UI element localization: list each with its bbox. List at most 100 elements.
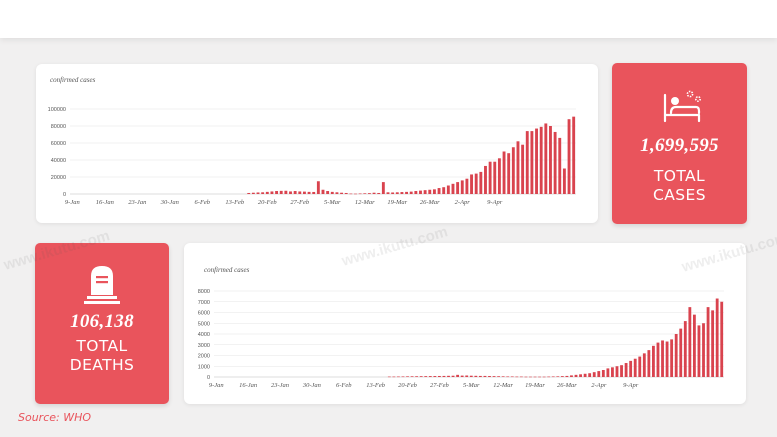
deaths-chart-bar	[570, 375, 573, 377]
cases-chart-bar	[544, 123, 548, 194]
deaths-chart-y-tick-label: 6000	[198, 311, 210, 317]
deaths-chart-bar	[556, 376, 560, 377]
cases-chart-y-tick-label: 0	[63, 192, 66, 198]
cases-chart-bar	[511, 147, 515, 194]
deaths-chart-bar	[483, 375, 487, 377]
deaths-chart-bar	[583, 373, 587, 377]
confirmed-cases-chart: confirmed cases 0 20000 40000 60000 80000 1000…	[48, 76, 576, 206]
cases-chart-bar	[298, 191, 302, 194]
cases-chart-bar	[293, 191, 297, 194]
cases-chart-bar	[405, 191, 408, 194]
deaths-chart-bar	[611, 367, 614, 377]
cases-chart-bar	[432, 189, 436, 194]
deaths-chart-bar	[661, 340, 664, 377]
deaths-chart-bar	[679, 328, 683, 377]
deaths-chart-bar	[574, 374, 578, 377]
cases-chart-bar	[340, 192, 344, 194]
deaths-chart-bar	[510, 376, 514, 378]
cases-chart-bar	[409, 191, 413, 194]
deaths-chart-bar	[447, 375, 450, 377]
cases-chart-bar	[372, 192, 376, 194]
cases-chart-title: confirmed cases	[50, 76, 96, 84]
deaths-chart-bar	[406, 376, 409, 377]
deaths-chart-bar	[437, 375, 441, 377]
deaths-chart-x-tick-label: 9-Jan	[209, 382, 224, 389]
cases-chart-bar	[451, 183, 455, 194]
cases-chart-bar	[284, 190, 288, 194]
deaths-chart-bar	[629, 360, 633, 377]
deaths-chart-y-tick-label: 1000	[198, 364, 210, 370]
cases-chart-x-tick-label: 20-Feb	[258, 199, 278, 206]
cases-chart-bar	[251, 192, 255, 194]
deaths-chart-bar	[711, 310, 715, 377]
cases-chart-bar	[456, 182, 460, 194]
cases-chart-bar	[367, 193, 371, 194]
deaths-chart-bar	[683, 321, 687, 377]
deaths-chart-x-tick-label: 2-Apr	[591, 382, 607, 389]
deaths-chart-bar	[688, 307, 692, 377]
cases-chart-bar	[484, 165, 487, 194]
cases-chart-bar	[521, 144, 525, 194]
cases-chart-bar	[386, 192, 390, 194]
deaths-chart-bar	[456, 374, 460, 377]
cases-chart-bar	[302, 191, 306, 194]
cases-chart-bar	[312, 191, 316, 194]
deaths-chart-bar	[652, 345, 655, 377]
cases-chart-bar	[344, 192, 348, 194]
cases-chart-bar	[391, 192, 395, 194]
deaths-chart-bar	[492, 376, 496, 377]
cases-chart-bar	[470, 174, 473, 194]
cases-chart-x-tick-label: 2-Apr	[455, 199, 471, 206]
deaths-chart-y-tick-label: 0	[207, 375, 210, 381]
deaths-chart-bar	[519, 376, 523, 378]
total-deaths-card: 106,138 TOTAL DEATHS	[35, 243, 169, 404]
cases-chart-x-tick-label: 27-Feb	[290, 199, 310, 206]
hospital-bed-icon	[663, 90, 701, 123]
deaths-chart-bar	[529, 376, 532, 378]
deaths-chart-bar	[665, 341, 669, 377]
deaths-chart-bar	[515, 376, 519, 378]
cases-chart-bar	[261, 192, 265, 194]
deaths-chart-x-tick-label: 5-Mar	[463, 382, 480, 389]
cases-chart-x-tick-label: 12-Mar	[355, 199, 375, 206]
cases-chart-x-tick-label: 30-Jan	[160, 199, 179, 206]
cases-chart-bar	[488, 161, 492, 194]
deaths-chart-bar	[606, 368, 610, 377]
cases-chart-x-tick-label: 26-Mar	[420, 199, 440, 206]
deaths-chart-bar	[497, 376, 501, 377]
deaths-chart-bar	[501, 376, 505, 377]
cases-chart-bar	[572, 116, 576, 194]
cases-chart-bar	[553, 131, 557, 194]
cases-chart-bar	[460, 180, 464, 194]
cases-chart-bar	[465, 178, 469, 194]
cases-chart-y-tick-label: 20000	[51, 175, 66, 181]
deaths-chart-x-tick-label: 20-Feb	[398, 382, 418, 389]
deaths-chart-bar	[460, 375, 464, 377]
cases-chart-bar	[507, 153, 511, 194]
deaths-chart-x-tick-label: 23-Jan	[271, 382, 289, 389]
deaths-chart-bar	[642, 353, 646, 377]
deaths-chart-bar	[401, 376, 405, 378]
tombstone-icon	[84, 266, 120, 304]
deaths-chart-x-tick-label: 9-Apr	[623, 382, 639, 389]
cases-chart-bar	[349, 193, 353, 195]
cases-chart-bar	[381, 182, 385, 194]
deaths-chart: confirmed cases 0 1000 2000 3000 4000 5000 6000…	[198, 266, 724, 389]
deaths-chart-y-tick-label: 3000	[198, 343, 210, 349]
deaths-chart-y-tick-label: 2000	[198, 354, 210, 360]
deaths-chart-y-tick-label: 7000	[198, 300, 210, 306]
deaths-chart-bar	[615, 366, 619, 377]
cases-chart-x-tick-label: 19-Mar	[387, 199, 407, 206]
cases-chart-x-tick-label: 6-Feb	[195, 199, 211, 206]
cases-chart-bar	[530, 131, 534, 194]
deaths-chart-bar	[547, 376, 551, 378]
cases-chart-bar	[558, 137, 562, 194]
deaths-chart-bar	[488, 376, 491, 377]
deaths-chart-bar	[524, 376, 528, 378]
deaths-chart-bar	[433, 376, 437, 377]
deaths-chart-bar	[601, 370, 605, 377]
cases-chart-bar	[247, 192, 251, 194]
total-deaths-value: 106,138	[70, 311, 134, 332]
deaths-chart-bar	[465, 375, 469, 377]
deaths-chart-bar	[624, 363, 628, 377]
